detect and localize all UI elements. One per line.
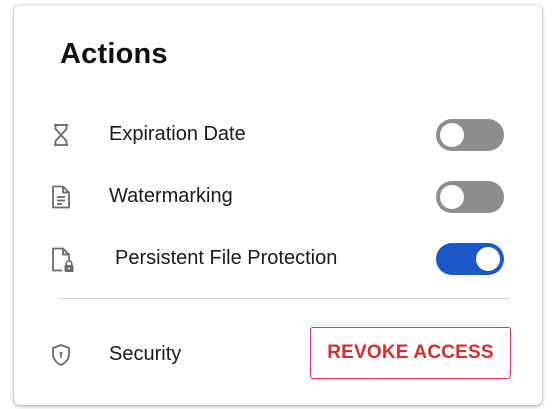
toggle-knob: [476, 247, 500, 271]
actions-card: Actions Expiration Date Watermarking Per…: [14, 5, 542, 405]
revoke-access-button[interactable]: REVOKE ACCESS: [310, 327, 511, 379]
action-label-watermarking: Watermarking: [109, 185, 233, 207]
toggle-knob: [440, 185, 464, 209]
locked-file-icon: [48, 246, 74, 272]
toggle-knob: [440, 123, 464, 147]
action-label-persistent-file-protection: Persistent File Protection: [115, 247, 338, 269]
expiration-date-toggle[interactable]: [436, 119, 504, 151]
document-icon: [48, 184, 74, 210]
action-label-expiration-date: Expiration Date: [109, 123, 246, 145]
hourglass-icon: [48, 122, 74, 148]
security-label: Security: [109, 343, 182, 365]
action-row-persistent-file-protection: Persistent File Protection: [14, 238, 542, 278]
action-row-watermarking: Watermarking: [14, 176, 542, 216]
watermarking-toggle[interactable]: [436, 181, 504, 213]
section-divider: [60, 298, 510, 299]
action-row-expiration-date: Expiration Date: [14, 114, 542, 154]
panel-title: Actions: [60, 38, 168, 70]
persistent-file-protection-toggle[interactable]: [436, 243, 504, 275]
shield-icon: [48, 342, 74, 368]
